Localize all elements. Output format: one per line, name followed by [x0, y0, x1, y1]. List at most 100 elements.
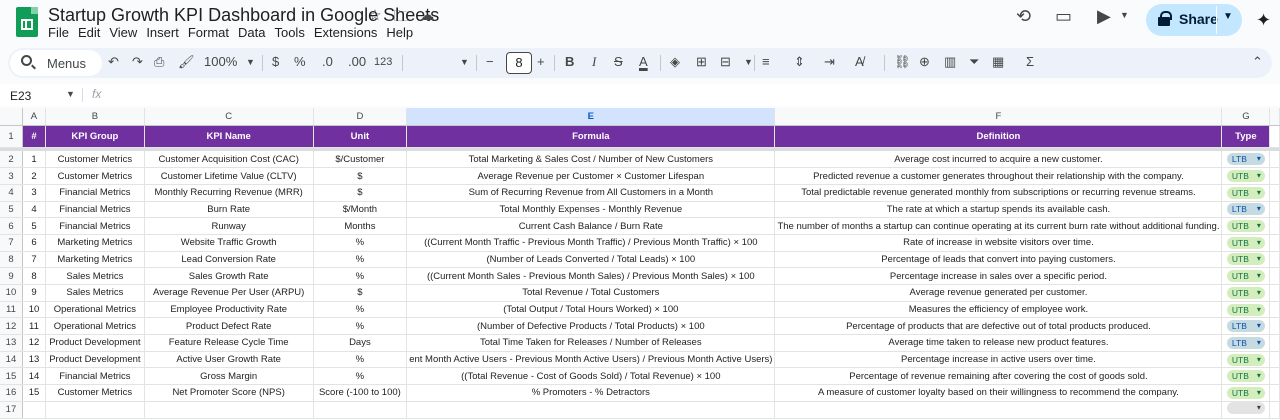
redo-icon[interactable]: ↷	[132, 54, 143, 70]
cell-kpi-name[interactable]: Product Defect Rate	[144, 317, 314, 336]
cell-definition[interactable]: Percentage of products that are defectiv…	[774, 317, 1223, 336]
cell-definition[interactable]: Percentage of revenue remaining after co…	[774, 367, 1223, 386]
cell-kpi-name[interactable]: Burn Rate	[144, 201, 314, 219]
cell-type[interactable]: LTB	[1221, 201, 1271, 219]
cell-kpi-name[interactable]: Sales Growth Rate	[144, 267, 314, 285]
menu-help[interactable]: Help	[386, 25, 419, 40]
cell-unit[interactable]: %	[313, 251, 408, 269]
paint-format-icon[interactable]: 🖌	[178, 54, 195, 70]
version-history-icon[interactable]: ⟲	[1016, 6, 1031, 27]
cell-unit[interactable]: $	[313, 184, 408, 202]
filter-views-icon[interactable]: ▦	[992, 54, 1004, 70]
cell-kpi-group[interactable]: Marketing Metrics	[45, 234, 145, 252]
cell-kpi-group[interactable]: Product Development	[45, 351, 145, 369]
meet-video-icon[interactable]: ▶	[1097, 6, 1111, 27]
cell-formula[interactable]: % Promoters - % Detractors	[406, 384, 776, 402]
meet-chevron-down-icon[interactable]: ▼	[1120, 10, 1129, 20]
menu-edit[interactable]: Edit	[78, 25, 106, 40]
cell-unit[interactable]: $	[313, 167, 408, 185]
font-family-chevron-down-icon[interactable]: ▼	[460, 57, 469, 67]
cell-number[interactable]: 1	[22, 151, 47, 169]
cell[interactable]	[1269, 151, 1280, 169]
type-dropdown-chip[interactable]: LTB	[1226, 336, 1265, 349]
name-box-chevron-down-icon[interactable]: ▼	[66, 89, 75, 99]
more-formats-button[interactable]: 123	[374, 56, 392, 68]
vertical-align-icon[interactable]: ⇕	[794, 54, 805, 70]
row-header[interactable]: 7	[0, 234, 23, 252]
font-size-increase-button[interactable]: +	[537, 54, 545, 69]
cell-type[interactable]: UTB	[1221, 234, 1271, 252]
cell[interactable]	[22, 401, 47, 419]
functions-icon[interactable]: Σ	[1026, 54, 1034, 69]
cell-type[interactable]: UTB	[1221, 267, 1271, 285]
text-rotation-icon[interactable]: A̸	[855, 54, 864, 69]
column-header-h[interactable]	[1269, 108, 1280, 126]
type-dropdown-chip[interactable]: LTB	[1226, 153, 1265, 166]
name-box[interactable]: E23	[10, 89, 31, 103]
cell-kpi-group[interactable]: Customer Metrics	[45, 384, 145, 402]
type-dropdown-chip[interactable]: UTB	[1226, 386, 1265, 399]
cell-formula[interactable]: Sum of Recurring Revenue from All Custom…	[406, 184, 776, 202]
cell-unit[interactable]: Score (-100 to 100)	[313, 384, 408, 402]
cell-formula[interactable]: ((Total Revenue - Cost of Goods Sold) / …	[406, 367, 776, 386]
cell-kpi-name[interactable]: Net Promoter Score (NPS)	[144, 384, 314, 402]
search-menus-input[interactable]: Menus	[10, 50, 102, 76]
column-header-d[interactable]: D	[313, 108, 408, 126]
cell-unit[interactable]: $/Customer	[313, 151, 408, 169]
cell-kpi-name[interactable]: Average Revenue Per User (ARPU)	[144, 284, 314, 302]
cell-number[interactable]: 14	[22, 367, 47, 386]
cell[interactable]	[1269, 334, 1280, 352]
row-header[interactable]: 5	[0, 201, 23, 219]
percent-format-button[interactable]: %	[294, 54, 306, 69]
type-dropdown-chip[interactable]	[1226, 402, 1265, 415]
cell[interactable]	[1269, 367, 1280, 386]
row-header[interactable]: 1	[0, 125, 23, 148]
cell-type[interactable]: UTB	[1221, 384, 1271, 402]
cell-type[interactable]: LTB	[1221, 334, 1271, 352]
cell[interactable]	[144, 401, 314, 419]
cell-kpi-name[interactable]: Active User Growth Rate	[144, 351, 314, 369]
print-icon[interactable]: ⎙	[154, 54, 164, 70]
cell-unit[interactable]: %	[313, 267, 408, 285]
header-cell-number[interactable]: #	[22, 125, 47, 148]
header-cell-kpi-group[interactable]: KPI Group	[45, 125, 145, 148]
cell-definition[interactable]: Average revenue generated per customer.	[774, 284, 1223, 302]
cell-kpi-group[interactable]: Financial Metrics	[45, 184, 145, 202]
cell-definition[interactable]: Predicted revenue a customer generates t…	[774, 167, 1223, 185]
cell-kpi-name[interactable]: Website Traffic Growth	[144, 234, 314, 252]
cell-kpi-group[interactable]: Marketing Metrics	[45, 251, 145, 269]
cell[interactable]	[1269, 301, 1280, 319]
cell-type[interactable]: UTB	[1221, 167, 1271, 185]
increase-decimal-button[interactable]: .00	[348, 54, 366, 69]
cell-kpi-group[interactable]: Operational Metrics	[45, 317, 145, 336]
cell-kpi-group[interactable]: Product Development	[45, 334, 145, 352]
cell-unit[interactable]: $/Month	[313, 201, 408, 219]
cell-unit[interactable]: %	[313, 367, 408, 386]
cell[interactable]	[313, 401, 408, 419]
cell-kpi-name[interactable]: Lead Conversion Rate	[144, 251, 314, 269]
cell-number[interactable]: 7	[22, 251, 47, 269]
cell-type[interactable]: LTB	[1221, 151, 1271, 169]
cell-formula[interactable]: ent Month Active Users - Previous Month …	[406, 351, 776, 369]
type-dropdown-chip[interactable]: UTB	[1226, 270, 1265, 283]
cell-number[interactable]: 4	[22, 201, 47, 219]
cell-definition[interactable]: A measure of customer loyalty based on t…	[774, 384, 1223, 402]
header-cell-unit[interactable]: Unit	[313, 125, 408, 148]
cell-kpi-group[interactable]: Operational Metrics	[45, 301, 145, 319]
cell-definition[interactable]: Measures the efficiency of employee work…	[774, 301, 1223, 319]
menu-file[interactable]: File	[48, 25, 75, 40]
column-header-g[interactable]: G	[1221, 108, 1271, 126]
menu-tools[interactable]: Tools	[274, 25, 310, 40]
cell-kpi-name[interactable]: Feature Release Cycle Time	[144, 334, 314, 352]
cell-kpi-name[interactable]: Runway	[144, 217, 314, 235]
cell-unit[interactable]: %	[313, 234, 408, 252]
share-button[interactable]: Share ▼	[1146, 4, 1242, 36]
row-header[interactable]: 17	[0, 401, 23, 419]
cell-kpi-name[interactable]: Monthly Recurring Revenue (MRR)	[144, 184, 314, 202]
cell[interactable]	[1269, 401, 1280, 419]
row-header[interactable]: 10	[0, 284, 23, 302]
cell-kpi-name[interactable]: Customer Acquisition Cost (CAC)	[144, 151, 314, 169]
cell-kpi-group[interactable]: Customer Metrics	[45, 167, 145, 185]
row-header[interactable]: 14	[0, 351, 23, 369]
row-header[interactable]: 13	[0, 334, 23, 352]
